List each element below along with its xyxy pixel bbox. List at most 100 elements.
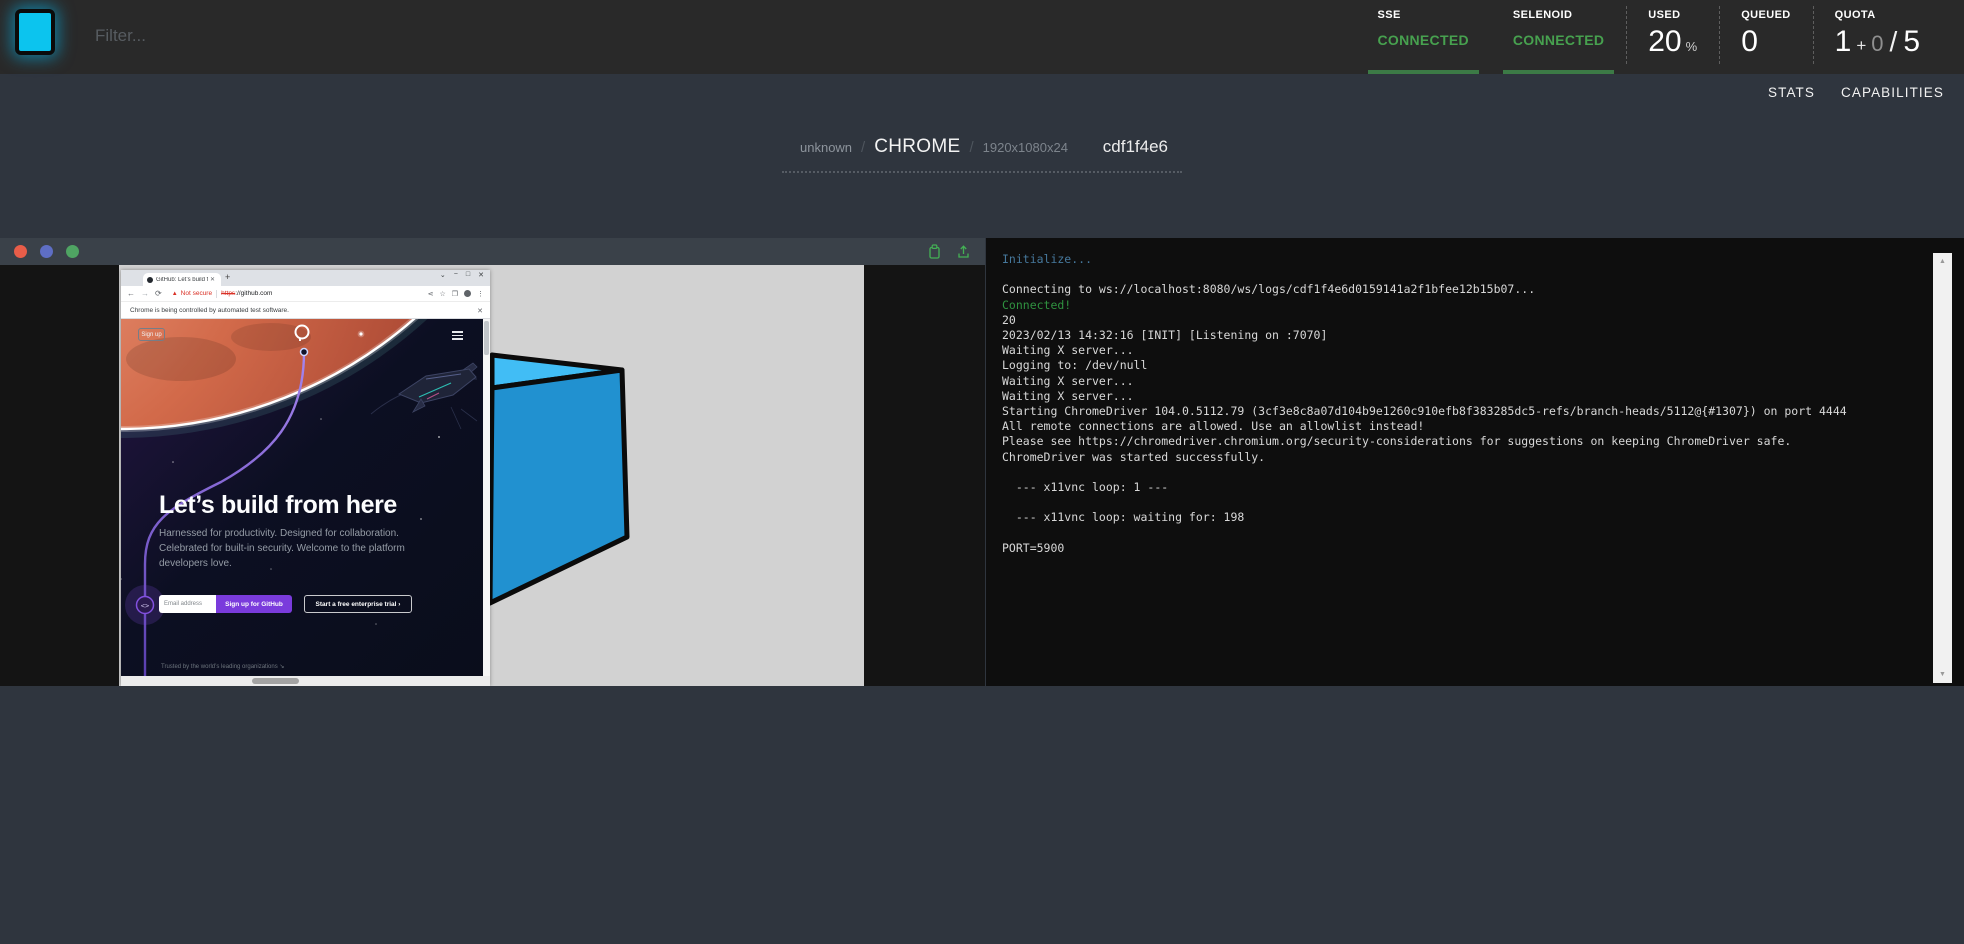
github-favicon-icon — [147, 277, 153, 283]
sse-underline — [1368, 70, 1479, 74]
upload-icon[interactable] — [956, 244, 971, 259]
warning-icon: ▲ — [172, 291, 178, 297]
log-line: Connected! — [1002, 298, 1920, 313]
log-line: Initialize... — [1002, 252, 1920, 267]
status-label: QUEUED — [1741, 9, 1790, 21]
status-selenoid: SELENOID CONNECTED — [1491, 0, 1626, 74]
session-separator: / — [861, 139, 865, 156]
scroll-down-icon[interactable]: ▼ — [1933, 671, 1952, 678]
selenoid-ui-root: SSE CONNECTED SELENOID CONNECTED USED 20… — [0, 0, 1964, 944]
infobar-close-icon: ✕ — [477, 307, 483, 315]
chrome-window-controls: ⌄ − □ ✕ — [440, 271, 484, 279]
log-scrollbar[interactable]: ▲ ▼ — [1933, 253, 1952, 683]
filter-input[interactable] — [95, 17, 455, 55]
session-separator: / — [969, 139, 973, 156]
address-bar-actions: ⋖ ☆ ❐ ⋮ — [428, 290, 484, 298]
window-close-button[interactable] — [14, 245, 27, 258]
quota-total: 5 — [1903, 25, 1920, 59]
remote-chrome-window: GitHub: Let’s build from here ✕ + ⌄ − □ … — [121, 270, 490, 686]
chrome-tab: GitHub: Let’s build from here ✕ — [143, 273, 221, 286]
back-icon: ← — [127, 289, 135, 298]
status-quota: QUOTA 1 + 0 / 5 — [1813, 0, 1942, 74]
clipboard-icon[interactable] — [927, 244, 942, 259]
github-hero: <> Sign up Let’s build from here Harness… — [121, 319, 483, 676]
vnc-screen[interactable]: GitHub: Let’s build from here ✕ + ⌄ − □ … — [0, 265, 985, 686]
log-line: Starting ChromeDriver 104.0.5112.79 (3cf… — [1002, 404, 1920, 419]
log-output: Initialize... Connecting to ws://localho… — [1002, 252, 1920, 556]
tagline-line: Harnessed for productivity. Designed for… — [159, 528, 399, 539]
browser-horizontal-scrollbar — [121, 676, 490, 686]
tagline-line: Celebrated for built-in security. Welcom… — [159, 543, 405, 554]
log-line — [1002, 526, 1920, 541]
log-line — [1002, 465, 1920, 480]
browser-vertical-scrollbar — [483, 319, 490, 676]
sse-connected-value: CONNECTED — [1378, 32, 1469, 48]
log-line: Please see https://chromedriver.chromium… — [1002, 434, 1920, 449]
chrome-tab-strip: GitHub: Let’s build from here ✕ + ⌄ − □ … — [121, 270, 490, 286]
bookmark-star-icon: ☆ — [439, 290, 445, 298]
url-text: ://github.com — [235, 290, 272, 297]
queued-value: 0 — [1741, 25, 1790, 59]
vnc-panel: GitHub: Let’s build from here ✕ + ⌄ − □ … — [0, 238, 985, 686]
cube-graphic — [477, 338, 637, 638]
window-menu-icon: ⌄ — [440, 271, 446, 279]
log-line: Connecting to ws://localhost:8080/ws/log… — [1002, 282, 1920, 297]
used-number: 20 — [1648, 25, 1681, 59]
log-line — [1002, 495, 1920, 510]
tab-stats[interactable]: STATS — [1768, 85, 1815, 100]
not-secure-label: Not secure — [181, 290, 212, 297]
email-field: Email address — [159, 595, 216, 613]
enterprise-trial-button: Start a free enterprise trial › — [304, 595, 412, 613]
quota-slash: / — [1890, 26, 1898, 58]
window-minimize-button[interactable] — [40, 245, 53, 258]
quota-value: 1 + 0 / 5 — [1835, 25, 1920, 59]
scroll-up-icon[interactable]: ▲ — [1933, 258, 1952, 265]
new-tab-icon: + — [225, 272, 230, 282]
kebab-menu-icon: ⋮ — [477, 290, 484, 298]
tab-capabilities[interactable]: CAPABILITIES — [1841, 85, 1944, 100]
used-unit: % — [1686, 39, 1698, 54]
log-line: Waiting X server... — [1002, 389, 1920, 404]
log-line: 20 — [1002, 313, 1920, 328]
window-maximize-button[interactable] — [66, 245, 79, 258]
quota-pending: 0 — [1871, 31, 1883, 57]
hamburger-menu-icon — [452, 331, 463, 342]
app-logo-icon[interactable] — [15, 9, 55, 55]
queued-number: 0 — [1741, 25, 1758, 59]
github-signup-button: Sign up — [138, 328, 165, 341]
log-line: --- x11vnc loop: waiting for: 198 — [1002, 510, 1920, 525]
status-label: USED — [1648, 9, 1697, 21]
status-sse: SSE CONNECTED — [1356, 0, 1491, 74]
log-line: Waiting X server... — [1002, 343, 1920, 358]
scrollbar-thumb — [252, 678, 299, 684]
session-browser: CHROME — [874, 136, 960, 158]
log-line: Waiting X server... — [1002, 374, 1920, 389]
session-id: cdf1f4e6 — [1103, 137, 1168, 157]
chrome-tab-title: GitHub: Let’s build from here — [156, 277, 208, 283]
session-log-panel: Initialize... Connecting to ws://localho… — [986, 238, 1964, 686]
share-icon: ⋖ — [428, 290, 434, 298]
url-divider — [216, 290, 217, 298]
tagline-line: developers love. — [159, 558, 232, 569]
quota-plus: + — [1856, 36, 1866, 56]
automation-infobar: Chrome is being controlled by automated … — [121, 302, 490, 319]
log-line: Logging to: /dev/null — [1002, 358, 1920, 373]
used-value: 20 % — [1648, 25, 1697, 59]
svg-text:<>: <> — [141, 602, 149, 610]
status-used: USED 20 % — [1626, 0, 1719, 74]
status-bar: SSE CONNECTED SELENOID CONNECTED USED 20… — [1356, 0, 1943, 74]
session-row[interactable]: unknown / CHROME / 1920x1080x24 cdf1f4e6 — [782, 136, 1182, 173]
session-browser-name: unknown — [800, 140, 852, 155]
hero-heading: Let’s build from here — [159, 491, 397, 520]
log-line: PORT=5900 — [1002, 541, 1920, 556]
infobar-text: Chrome is being controlled by automated … — [121, 302, 490, 319]
quota-current: 1 — [1835, 25, 1852, 59]
status-label: SSE — [1378, 9, 1469, 21]
remote-desktop: GitHub: Let’s build from here ✕ + ⌄ − □ … — [119, 265, 864, 686]
selenoid-connected-value: CONNECTED — [1513, 32, 1604, 48]
status-queued: QUEUED 0 — [1719, 0, 1812, 74]
close-icon: ✕ — [478, 271, 484, 279]
scrollbar-thumb — [484, 321, 489, 355]
github-signup-cta-button: Sign up for GitHub — [216, 595, 292, 613]
hero-tagline: Harnessed for productivity. Designed for… — [159, 526, 405, 571]
